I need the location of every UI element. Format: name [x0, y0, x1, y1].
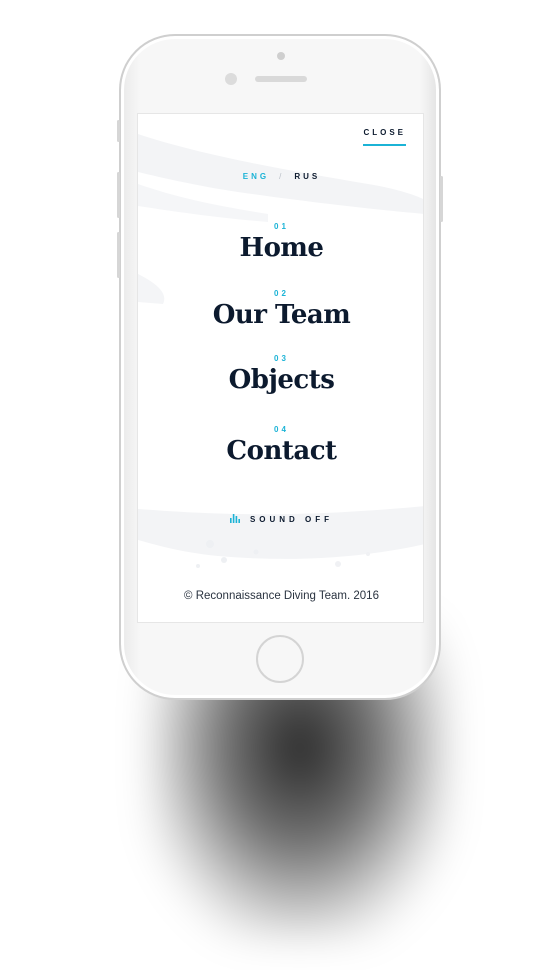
menu-item-number: 04 [274, 425, 289, 434]
phone-screen: CLOSE ENG / RUS 01 Home 02 Our Team 03 Obj… [137, 113, 424, 623]
menu-item-label[interactable]: Home [138, 233, 423, 263]
equalizer-icon [229, 514, 240, 523]
menu-item-home[interactable]: 01 Home [138, 222, 423, 263]
menu-item-number: 01 [274, 222, 289, 231]
sound-toggle-label: SOUND OFF [249, 515, 334, 524]
sound-toggle[interactable]: SOUND OFF [138, 514, 423, 524]
mute-switch [117, 120, 120, 142]
language-switcher: ENG / RUS [138, 172, 423, 181]
proximity-sensor [277, 52, 285, 60]
menu-item-label[interactable]: Our Team [138, 300, 423, 330]
menu-item-contact[interactable]: 04 Contact [138, 425, 423, 466]
volume-down-button [117, 232, 120, 278]
menu-item-objects[interactable]: 03 Objects [138, 354, 423, 395]
front-camera [225, 73, 237, 85]
lang-separator: / [279, 172, 285, 181]
menu-item-number: 03 [274, 354, 289, 363]
menu-item-number: 02 [274, 289, 289, 298]
lang-eng-link[interactable]: ENG [243, 172, 269, 181]
earpiece-speaker [255, 76, 307, 82]
home-button[interactable] [256, 635, 304, 683]
footer-copyright: © Reconnaissance Diving Team. 2016 [184, 590, 379, 602]
menu-item-label[interactable]: Objects [138, 365, 423, 395]
menu-item-label[interactable]: Contact [138, 436, 423, 466]
power-button [440, 176, 443, 222]
menu-item-our-team[interactable]: 02 Our Team [138, 289, 423, 330]
volume-up-button [117, 172, 120, 218]
close-button[interactable]: CLOSE [363, 128, 406, 146]
lang-rus-link[interactable]: RUS [294, 172, 320, 181]
